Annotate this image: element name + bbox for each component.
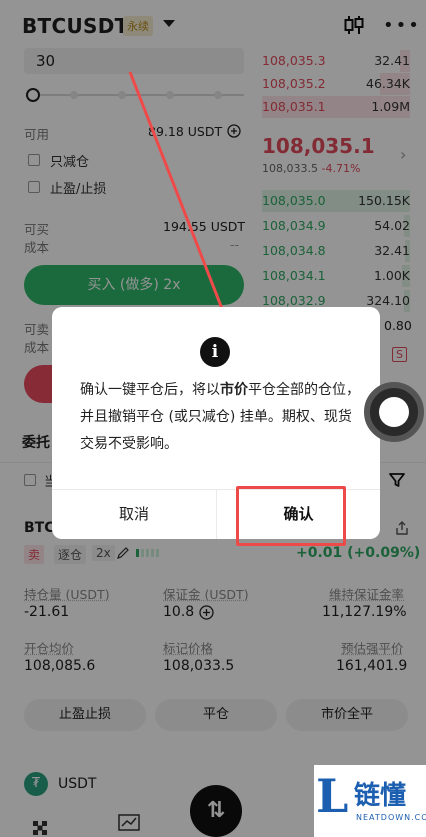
highlight-box [236,486,346,546]
assistive-touch-button[interactable] [364,382,424,442]
cancel-button[interactable]: 取消 [52,490,216,539]
dialog-message: 确认一键平仓后，将以市价平仓全部的仓位，并且撤销平仓 (或只减仓) 挂单。期权、… [80,382,360,452]
watermark-logo: L 链懂 NEATDOWN.COM [314,765,426,837]
info-icon: i [200,337,230,367]
